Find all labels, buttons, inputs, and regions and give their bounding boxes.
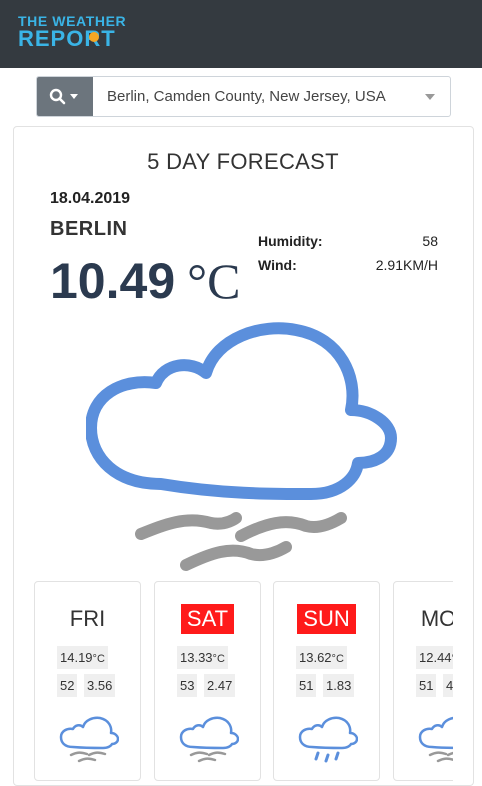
day-temperature: 13.33°C <box>177 646 228 669</box>
page-title: 5 DAY FORECAST <box>147 149 339 174</box>
day-card[interactable]: SUN 13.62°C 51 1.83 <box>273 581 380 781</box>
humidity-value: 58 <box>422 233 438 249</box>
humidity-label: Humidity: <box>258 233 323 249</box>
temperature-unit: °C <box>187 253 241 309</box>
search-input[interactable]: Berlin, Camden County, New Jersey, USA <box>107 88 386 105</box>
day-temperature: 13.62°C <box>296 646 347 669</box>
day-temperature: 12.44°C <box>416 646 453 669</box>
day-temperature: 14.19°C <box>57 646 108 669</box>
chevron-down-icon[interactable] <box>425 94 435 100</box>
temperature-value: 10.49 <box>50 253 176 309</box>
current-temperature: 10.49 °C <box>50 252 240 310</box>
day-wind: 2.47 <box>204 674 236 697</box>
logo-line-2: REPORT <box>18 26 116 51</box>
cloud-fog-icon <box>59 716 119 763</box>
app-logo[interactable]: THE WEATHER REPORT <box>18 13 128 53</box>
cloud-rain-icon <box>298 716 358 763</box>
day-card[interactable]: MON 12.44°C 51 4 <box>393 581 453 781</box>
day-forecast-strip[interactable]: FRI 14.19°C 52 3.56 SAT 13.33°C 53 2.47 … <box>34 581 453 781</box>
day-wind: 1.83 <box>323 674 355 697</box>
day-name: MON <box>420 606 453 631</box>
day-humidity: 51 <box>416 674 437 697</box>
wind-value: 2.91KM/H <box>375 257 438 273</box>
cloud-fog-icon <box>418 716 453 763</box>
location-search[interactable]: Berlin, Camden County, New Jersey, USA <box>36 76 451 117</box>
day-humidity: 51 <box>296 674 317 697</box>
day-wind: 4 <box>443 674 453 697</box>
forecast-date: 18.04.2019 <box>50 190 131 207</box>
day-wind: 3.56 <box>84 674 116 697</box>
day-humidity: 53 <box>177 674 198 697</box>
day-card[interactable]: SAT 13.33°C 53 2.47 <box>154 581 261 781</box>
day-name: SAT <box>180 604 235 634</box>
search-icon <box>49 88 78 105</box>
cloud-fog-icon <box>179 716 239 763</box>
day-card[interactable]: FRI 14.19°C 52 3.56 <box>34 581 141 781</box>
day-name: SUN <box>297 604 356 634</box>
cloud-fog-icon <box>86 322 397 571</box>
day-name: FRI <box>69 606 106 631</box>
top-navbar: THE WEATHER REPORT <box>0 0 482 68</box>
search-dropdown-button[interactable] <box>37 77 93 116</box>
day-humidity: 52 <box>57 674 78 697</box>
city-name: BERLIN <box>50 218 128 240</box>
wind-label: Wind: <box>258 257 297 273</box>
logo-sun-icon <box>89 32 99 42</box>
